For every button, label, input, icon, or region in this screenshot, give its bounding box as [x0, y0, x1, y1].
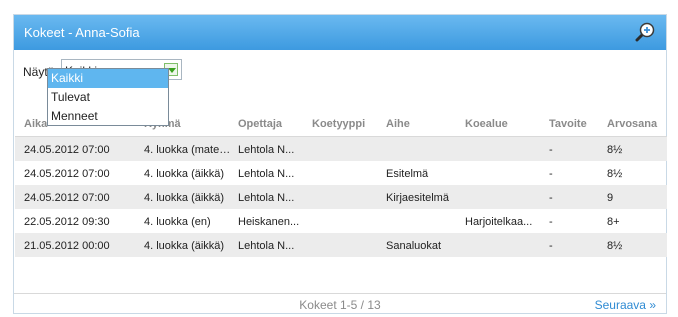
cell-aihe: Kirjaesitelmä: [386, 192, 449, 204]
pager-count: Kokeet 1-5 / 13: [299, 298, 381, 312]
cell-aika: 24.05.2012 07:00: [24, 144, 110, 156]
table-row[interactable]: 21.05.2012 00:00 4. luokka (äikkä) Lehto…: [15, 233, 667, 257]
cell-opettaja: Heiskanen...: [238, 216, 300, 228]
column-header-tavoite[interactable]: Tavoite: [549, 118, 589, 130]
cell-aihe: Sanaluokat: [386, 240, 442, 252]
cell-aika: 21.05.2012 00:00: [24, 240, 110, 252]
cell-arvosana: 8½: [607, 144, 623, 156]
cell-ryhma: 4. luokka (äikkä): [144, 168, 225, 180]
cell-ryhma: 4. luokka (äikkä): [144, 192, 225, 204]
cell-opettaja: Lehtola N...: [238, 240, 295, 252]
exams-table: Aika Ryhmä Opettaja Koetyyppi Aihe Koeal…: [15, 107, 667, 257]
exams-panel: Kokeet - Anna-Sofia Näytä Kaikki Aika Ry…: [13, 14, 667, 314]
dropdown-option-menneet[interactable]: Menneet: [48, 107, 168, 126]
table-row[interactable]: 24.05.2012 07:00 4. luokka (matematiikka…: [15, 137, 667, 161]
cell-tavoite: -: [549, 168, 553, 180]
cell-ryhma: 4. luokka (matematiikka): [144, 144, 236, 156]
table-row[interactable]: 24.05.2012 07:00 4. luokka (äikkä) Lehto…: [15, 161, 667, 185]
table-footer: Kokeet 1-5 / 13 Seuraava »: [14, 293, 666, 313]
cell-arvosana: 8½: [607, 240, 623, 252]
column-header-koetyyppi[interactable]: Koetyyppi: [312, 118, 382, 130]
cell-koealue: Harjoitelkaa...: [465, 216, 533, 228]
cell-opettaja: Lehtola N...: [238, 144, 295, 156]
column-header-koealue[interactable]: Koealue: [465, 118, 535, 130]
table-row[interactable]: 22.05.2012 09:30 4. luokka (en) Heiskane…: [15, 209, 667, 233]
cell-tavoite: -: [549, 144, 553, 156]
panel-header: Kokeet - Anna-Sofia: [14, 15, 666, 50]
cell-aika: 24.05.2012 07:00: [24, 192, 110, 204]
next-page-link[interactable]: Seuraava »: [595, 298, 656, 312]
dropdown-option-tulevat[interactable]: Tulevat: [48, 88, 168, 107]
cell-arvosana: 8½: [607, 168, 623, 180]
cell-tavoite: -: [549, 240, 553, 252]
cell-arvosana: 9: [607, 192, 614, 204]
panel-title: Kokeet - Anna-Sofia: [24, 25, 140, 40]
cell-ryhma: 4. luokka (äikkä): [144, 240, 225, 252]
zoom-in-icon[interactable]: [634, 21, 656, 43]
column-header-aihe[interactable]: Aihe: [386, 118, 462, 130]
filter-dropdown-list: Kaikki Tulevat Menneet: [47, 68, 169, 126]
column-header-arvosana[interactable]: Arvosana: [607, 118, 667, 130]
cell-tavoite: -: [549, 192, 553, 204]
table-row[interactable]: 24.05.2012 07:00 4. luokka (äikkä) Lehto…: [15, 185, 667, 209]
cell-arvosana: 8+: [607, 216, 620, 228]
cell-aika: 24.05.2012 07:00: [24, 168, 110, 180]
cell-aihe: Esitelmä: [386, 168, 429, 180]
dropdown-option-kaikki[interactable]: Kaikki: [48, 69, 168, 88]
cell-aika: 22.05.2012 09:30: [24, 216, 110, 228]
cell-tavoite: -: [549, 216, 553, 228]
column-header-opettaja[interactable]: Opettaja: [238, 118, 308, 130]
cell-ryhma: 4. luokka (en): [144, 216, 211, 228]
cell-opettaja: Lehtola N...: [238, 168, 295, 180]
cell-opettaja: Lehtola N...: [238, 192, 295, 204]
